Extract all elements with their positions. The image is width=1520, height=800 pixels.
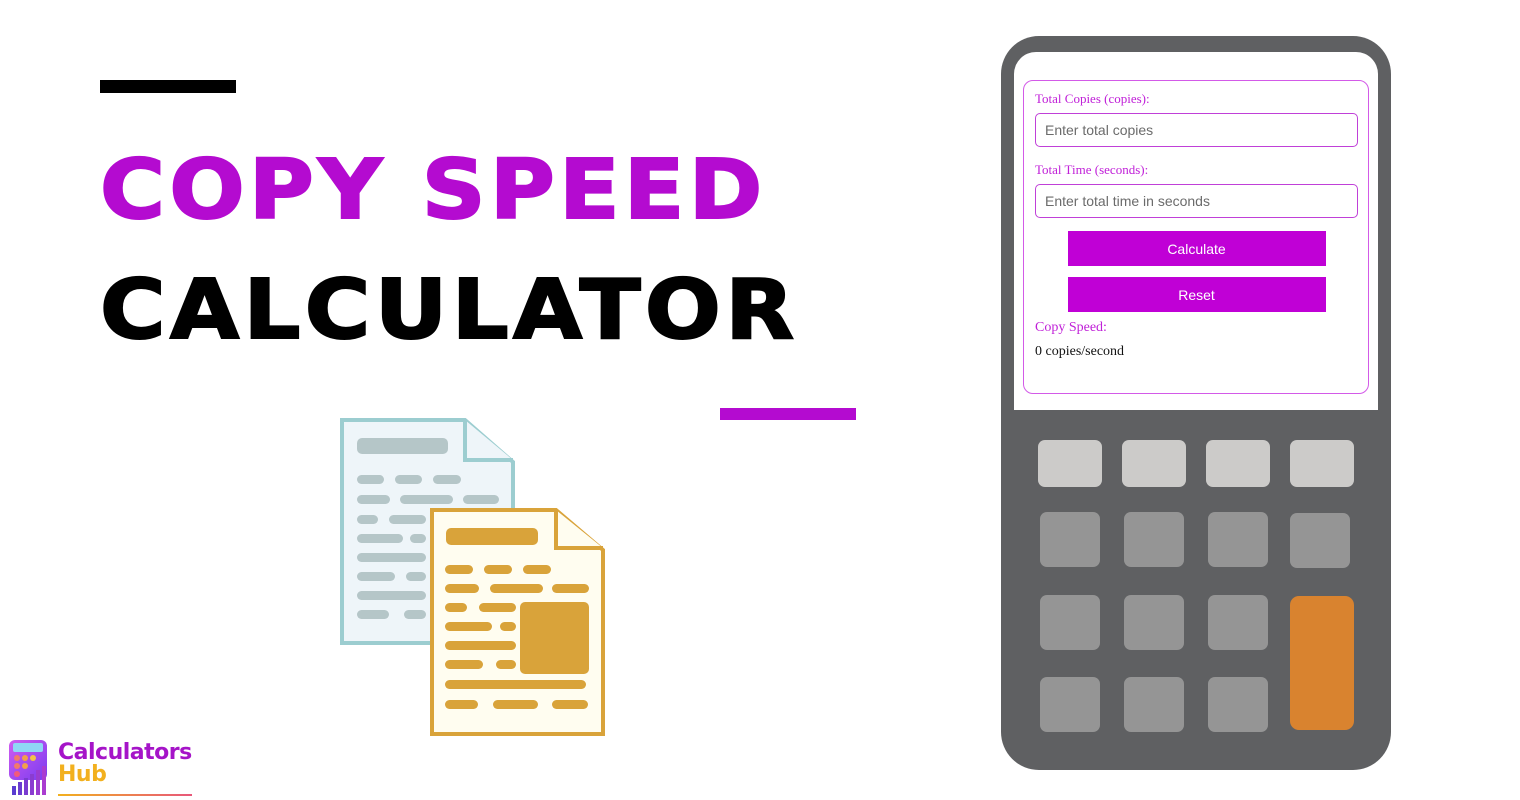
calculators-hub-logo[interactable]: Calculators Hub [6, 738, 196, 798]
keypad-key-equals [1290, 596, 1354, 730]
keypad-key [1040, 677, 1100, 732]
keypad-key [1122, 440, 1186, 487]
total-time-label: Total Time (seconds): [1035, 162, 1149, 177]
calculator-chart-icon [9, 740, 47, 795]
total-time-input[interactable] [1035, 184, 1358, 218]
total-copies-input[interactable] [1035, 113, 1358, 147]
keypad-key [1206, 440, 1270, 487]
front-document-icon [430, 508, 605, 736]
keypad-key [1290, 513, 1350, 568]
total-copies-label: Total Copies (copies): [1035, 91, 1150, 106]
logo-underline [58, 794, 192, 796]
keypad-key [1038, 440, 1102, 487]
keypad-key [1208, 512, 1268, 567]
keypad-key [1124, 677, 1184, 732]
decorative-bar-black [100, 80, 236, 93]
page-title-line-2: CALCULATOR [99, 263, 799, 358]
decorative-bar-purple [720, 408, 856, 420]
keypad-key [1208, 677, 1268, 732]
keypad-key [1124, 595, 1184, 650]
keypad-key [1124, 512, 1184, 567]
page-title-line-1: COPY SPEED [99, 143, 767, 238]
result-label: Copy Speed: [1035, 320, 1107, 335]
keypad-key [1290, 440, 1354, 487]
logo-text-hub: Hub [58, 762, 107, 787]
keypad-key [1040, 595, 1100, 650]
reset-button[interactable]: Reset [1067, 277, 1326, 312]
calculate-button[interactable]: Calculate [1067, 231, 1326, 266]
copy-speed-form: Total Copies (copies): Total Time (secon… [1023, 80, 1369, 394]
copy-documents-icon [340, 418, 605, 736]
result-value: 0 copies/second [1035, 344, 1125, 359]
keypad-key [1040, 512, 1100, 567]
keypad-key [1208, 595, 1268, 650]
